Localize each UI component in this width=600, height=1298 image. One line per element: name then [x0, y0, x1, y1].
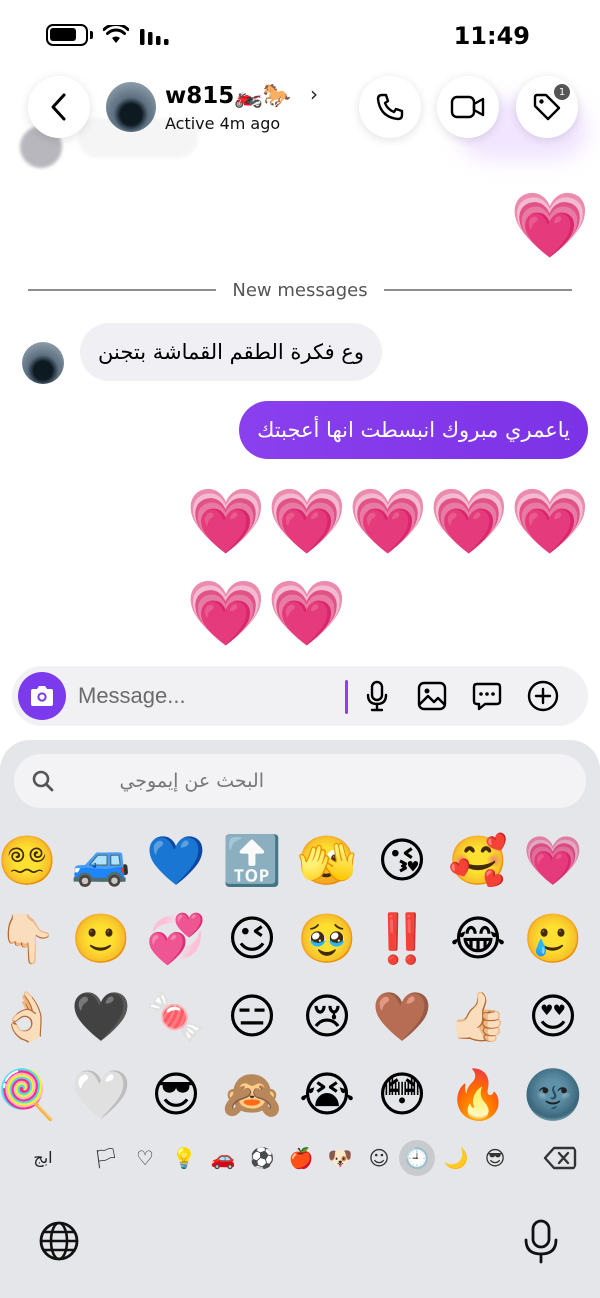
- emoji-key[interactable]: 😭: [292, 1060, 362, 1130]
- heart-emoji-message[interactable]: 💗: [510, 484, 590, 560]
- status-bar: 11:49: [0, 0, 600, 70]
- status-time: 11:49: [453, 22, 530, 50]
- emoji-key[interactable]: 🫣: [292, 826, 362, 896]
- image-icon: [417, 681, 447, 711]
- chevron-right-icon[interactable]: ›: [310, 82, 318, 106]
- animals-category-icon[interactable]: 🐶: [322, 1140, 358, 1176]
- microphone-button[interactable]: [360, 679, 394, 713]
- emoji-key[interactable]: 👇🏻: [0, 904, 62, 974]
- emoji-key[interactable]: 💞: [141, 904, 211, 974]
- abc-switch-button[interactable]: ابج: [18, 1140, 68, 1176]
- emoji-key[interactable]: 👌🏻: [0, 982, 62, 1052]
- emoji-key[interactable]: 🥰: [443, 826, 513, 896]
- emoji-key[interactable]: 😳: [367, 1060, 437, 1130]
- emoji-search-field[interactable]: [14, 754, 586, 808]
- emoji-key[interactable]: 😑: [217, 982, 287, 1052]
- objects-category-icon[interactable]: 💡: [166, 1140, 202, 1176]
- chevron-left-icon: [51, 93, 66, 121]
- emoji-key[interactable]: 🤎: [367, 982, 437, 1052]
- battery-icon: [46, 24, 88, 46]
- emoji-key[interactable]: 🤍: [66, 1060, 136, 1130]
- add-button[interactable]: [526, 679, 560, 713]
- voice-call-button[interactable]: [359, 76, 421, 138]
- back-button[interactable]: [28, 76, 90, 138]
- chat-header: w815🏍️🐎 Active 4m ago › 1: [0, 70, 600, 160]
- status-icons: [46, 24, 173, 46]
- memoji-category-icon[interactable]: 😎: [477, 1140, 513, 1176]
- outgoing-message-bubble[interactable]: ياعمري مبروك انبسطت انها أعجبتك: [239, 401, 588, 459]
- emoji-key[interactable]: 😂: [443, 904, 513, 974]
- heart-emoji-message[interactable]: 💗: [186, 484, 266, 560]
- emoji-key[interactable]: 😵‍💫: [0, 826, 62, 896]
- sender-avatar[interactable]: [22, 342, 64, 384]
- travel-category-icon[interactable]: 🚗: [205, 1140, 241, 1176]
- message-input[interactable]: [78, 666, 338, 726]
- heart-emoji-message[interactable]: 💗: [348, 484, 428, 560]
- emoji-key[interactable]: 🙈: [217, 1060, 287, 1130]
- emoji-key[interactable]: 🍬: [141, 982, 211, 1052]
- emoji-key[interactable]: 💙: [141, 826, 211, 896]
- globe-icon[interactable]: [38, 1220, 80, 1262]
- emoji-key[interactable]: 😢: [292, 982, 362, 1052]
- emoji-key[interactable]: 🚙: [66, 826, 136, 896]
- emoji-key[interactable]: 🥲: [518, 904, 588, 974]
- contact-name[interactable]: w815🏍️🐎: [165, 82, 292, 109]
- heart-emoji-message[interactable]: 💗: [267, 576, 347, 652]
- emoji-key[interactable]: 👍🏻: [443, 982, 513, 1052]
- text-caret: [345, 680, 348, 714]
- camera-button[interactable]: [18, 672, 66, 720]
- emoji-key[interactable]: 🔥: [443, 1060, 513, 1130]
- contact-avatar[interactable]: [106, 82, 156, 132]
- divider-label: New messages: [232, 279, 368, 301]
- stickers-category-icon[interactable]: 🌙: [438, 1140, 474, 1176]
- heart-emoji-message[interactable]: 💗: [186, 576, 266, 652]
- emoji-key[interactable]: 🥹: [292, 904, 362, 974]
- chat-bubble-dots-icon: [472, 682, 502, 711]
- incoming-message-bubble[interactable]: وع فكرة الطقم القماشة بتجنن: [80, 323, 382, 381]
- flags-category-icon[interactable]: 🏳: [88, 1140, 124, 1176]
- contact-status: Active 4m ago: [165, 114, 281, 133]
- emoji-key[interactable]: 😘: [367, 826, 437, 896]
- dictation-microphone-icon[interactable]: [520, 1218, 562, 1264]
- emoji-key[interactable]: 🍭: [0, 1060, 62, 1130]
- video-camera-icon: [450, 95, 485, 119]
- emoji-category-bar: ابج 🏳 ♡ 💡 🚗 ⚽ 🍎 🐶 ☺ 🕘 🌙 😎: [0, 1136, 600, 1180]
- emoji-key[interactable]: 🖤: [66, 982, 136, 1052]
- heart-emoji-message[interactable]: 💗: [267, 484, 347, 560]
- emoji-key[interactable]: 😍: [518, 982, 588, 1052]
- emoji-key[interactable]: 😉: [217, 904, 287, 974]
- sticker-button[interactable]: [470, 679, 504, 713]
- delete-icon[interactable]: [542, 1140, 578, 1176]
- wifi-icon: [103, 25, 129, 43]
- search-icon: [32, 770, 54, 792]
- emoji-key[interactable]: 🔝: [217, 826, 287, 896]
- message-composer: [12, 666, 588, 726]
- notification-badge: 1: [554, 84, 570, 100]
- plus-circle-icon: [527, 680, 559, 712]
- emoji-keyboard: 😵‍💫 🚙 💙 🔝 🫣 😘 🥰 💗 👇🏻 🙂 💞 😉 🥹 ‼️ 😂 🥲 👌🏻 🖤…: [0, 740, 600, 1298]
- video-call-button[interactable]: [437, 76, 499, 138]
- recent-category-icon[interactable]: 🕘: [399, 1140, 435, 1176]
- emoji-key[interactable]: 💗: [518, 826, 588, 896]
- food-category-icon[interactable]: 🍎: [283, 1140, 319, 1176]
- camera-icon: [31, 686, 53, 706]
- new-messages-divider: New messages: [28, 278, 573, 302]
- activity-category-icon[interactable]: ⚽: [244, 1140, 280, 1176]
- emoji-key[interactable]: 😎: [141, 1060, 211, 1130]
- heart-emoji-message[interactable]: 💗: [510, 188, 590, 264]
- emoji-search-input[interactable]: [74, 754, 264, 808]
- gallery-button[interactable]: [415, 679, 449, 713]
- tag-button[interactable]: 1: [516, 76, 578, 138]
- heart-emoji-message[interactable]: 💗: [429, 484, 509, 560]
- phone-icon: [376, 93, 404, 121]
- symbols-category-icon[interactable]: ♡: [127, 1140, 163, 1176]
- smileys-category-icon[interactable]: ☺: [361, 1140, 397, 1176]
- emoji-key[interactable]: 🌚: [518, 1060, 588, 1130]
- emoji-grid: 😵‍💫 🚙 💙 🔝 🫣 😘 🥰 💗 👇🏻 🙂 💞 😉 🥹 ‼️ 😂 🥲 👌🏻 🖤…: [0, 826, 600, 1146]
- emoji-key[interactable]: ‼️: [367, 904, 437, 974]
- cellular-signal-icon: [140, 29, 169, 45]
- emoji-key[interactable]: 🙂: [66, 904, 136, 974]
- microphone-icon: [366, 680, 388, 712]
